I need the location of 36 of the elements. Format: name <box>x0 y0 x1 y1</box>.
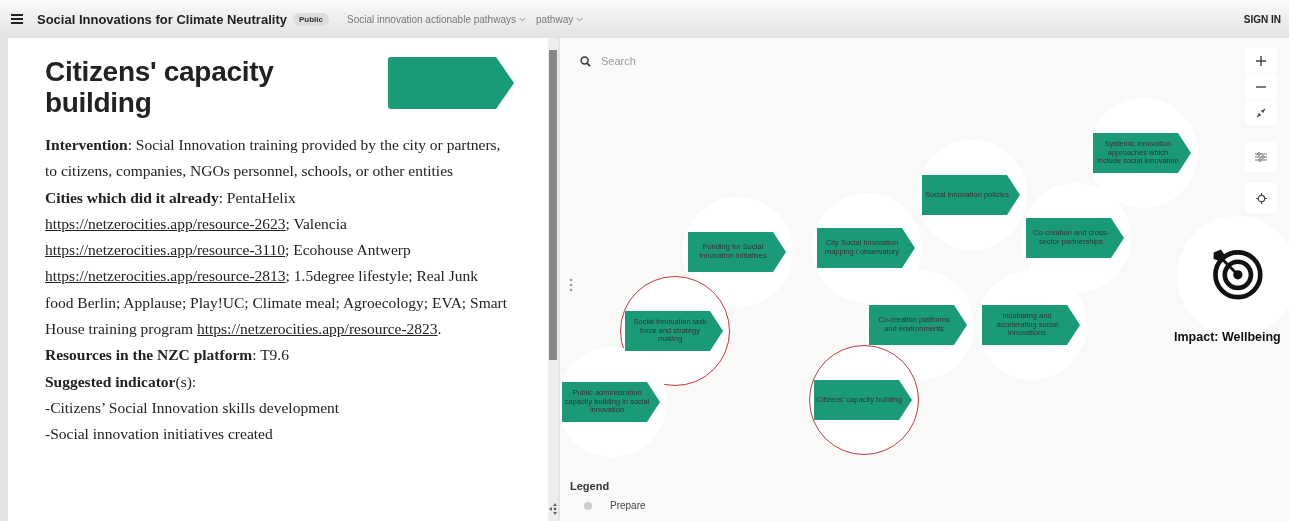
visibility-badge: Public <box>292 12 329 26</box>
collapse-button[interactable] <box>1245 100 1277 125</box>
move-icon[interactable] <box>549 503 558 515</box>
drag-handle-icon[interactable] <box>569 278 573 292</box>
scrollbar-thumb[interactable] <box>549 50 557 360</box>
panel-paragraph: Suggested indicator(s): <box>45 371 198 392</box>
impact-label: Impact: Wellbeing <box>1174 330 1281 344</box>
caret-icon <box>518 16 526 22</box>
caret-icon <box>576 16 584 22</box>
zoom-out-button[interactable] <box>1245 74 1277 99</box>
menu-icon[interactable] <box>11 14 23 24</box>
recenter-button[interactable] <box>1245 183 1277 213</box>
app-title: Social Innovations for Climate Neutrality <box>37 11 287 27</box>
plus-icon <box>1256 55 1266 66</box>
search-icon <box>580 55 591 67</box>
panel-paragraph: Resources in the NZC platform: T9.6 <box>45 345 290 366</box>
legend-label: Prepare <box>610 500 646 511</box>
search-field[interactable]: Search <box>601 55 751 67</box>
resource-link[interactable]: https://netzerocities.app/resource-2823 <box>196 320 438 338</box>
crosshair-icon <box>1255 192 1267 204</box>
sliders-icon <box>1255 152 1267 162</box>
zoom-in-button[interactable] <box>1245 48 1277 73</box>
panel-paragraph: -Social innovation initiatives created <box>45 424 274 445</box>
legend-title: Legend <box>570 480 611 492</box>
resource-link[interactable]: https://netzerocities.app/resource-2623 <box>45 214 286 232</box>
resource-link[interactable]: https://netzerocities.app/resource-2813 <box>45 267 286 285</box>
filter-button[interactable] <box>1245 142 1277 172</box>
panel-title: Citizens' capacity building <box>45 56 275 118</box>
collapse-icon <box>1256 107 1266 118</box>
pathway-arrow-icon <box>388 57 514 109</box>
breadcrumb-dropdown[interactable]: pathway <box>535 13 584 25</box>
sign-in-button[interactable]: SIGN IN <box>1243 13 1281 25</box>
panel-paragraph: Cities which did it already: PentaHelix https://netzerocities.app/resource-2623; Valencia https://netzerocities.app/resource-3110; Ecohouse Antwerp https://netzerocities.app/resource-2813; 1.5degree lifestyle; Real Junk food Berlin; Applause; Play!UC; Climate meal; Agroecology; EVA; Smart House training program https://netzerocities.app/resource-2823. <box>45 187 509 340</box>
breadcrumb-dropdown[interactable]: Social innovation actionable pathways <box>346 13 526 25</box>
panel-paragraph: Intervention: Social Innovation training provided by the city or partners, to citizens, companies, NGOs personnel, schools, or other entities <box>45 135 502 182</box>
panel-paragraph: -Citizens’ Social Innovation skills development <box>45 397 341 418</box>
